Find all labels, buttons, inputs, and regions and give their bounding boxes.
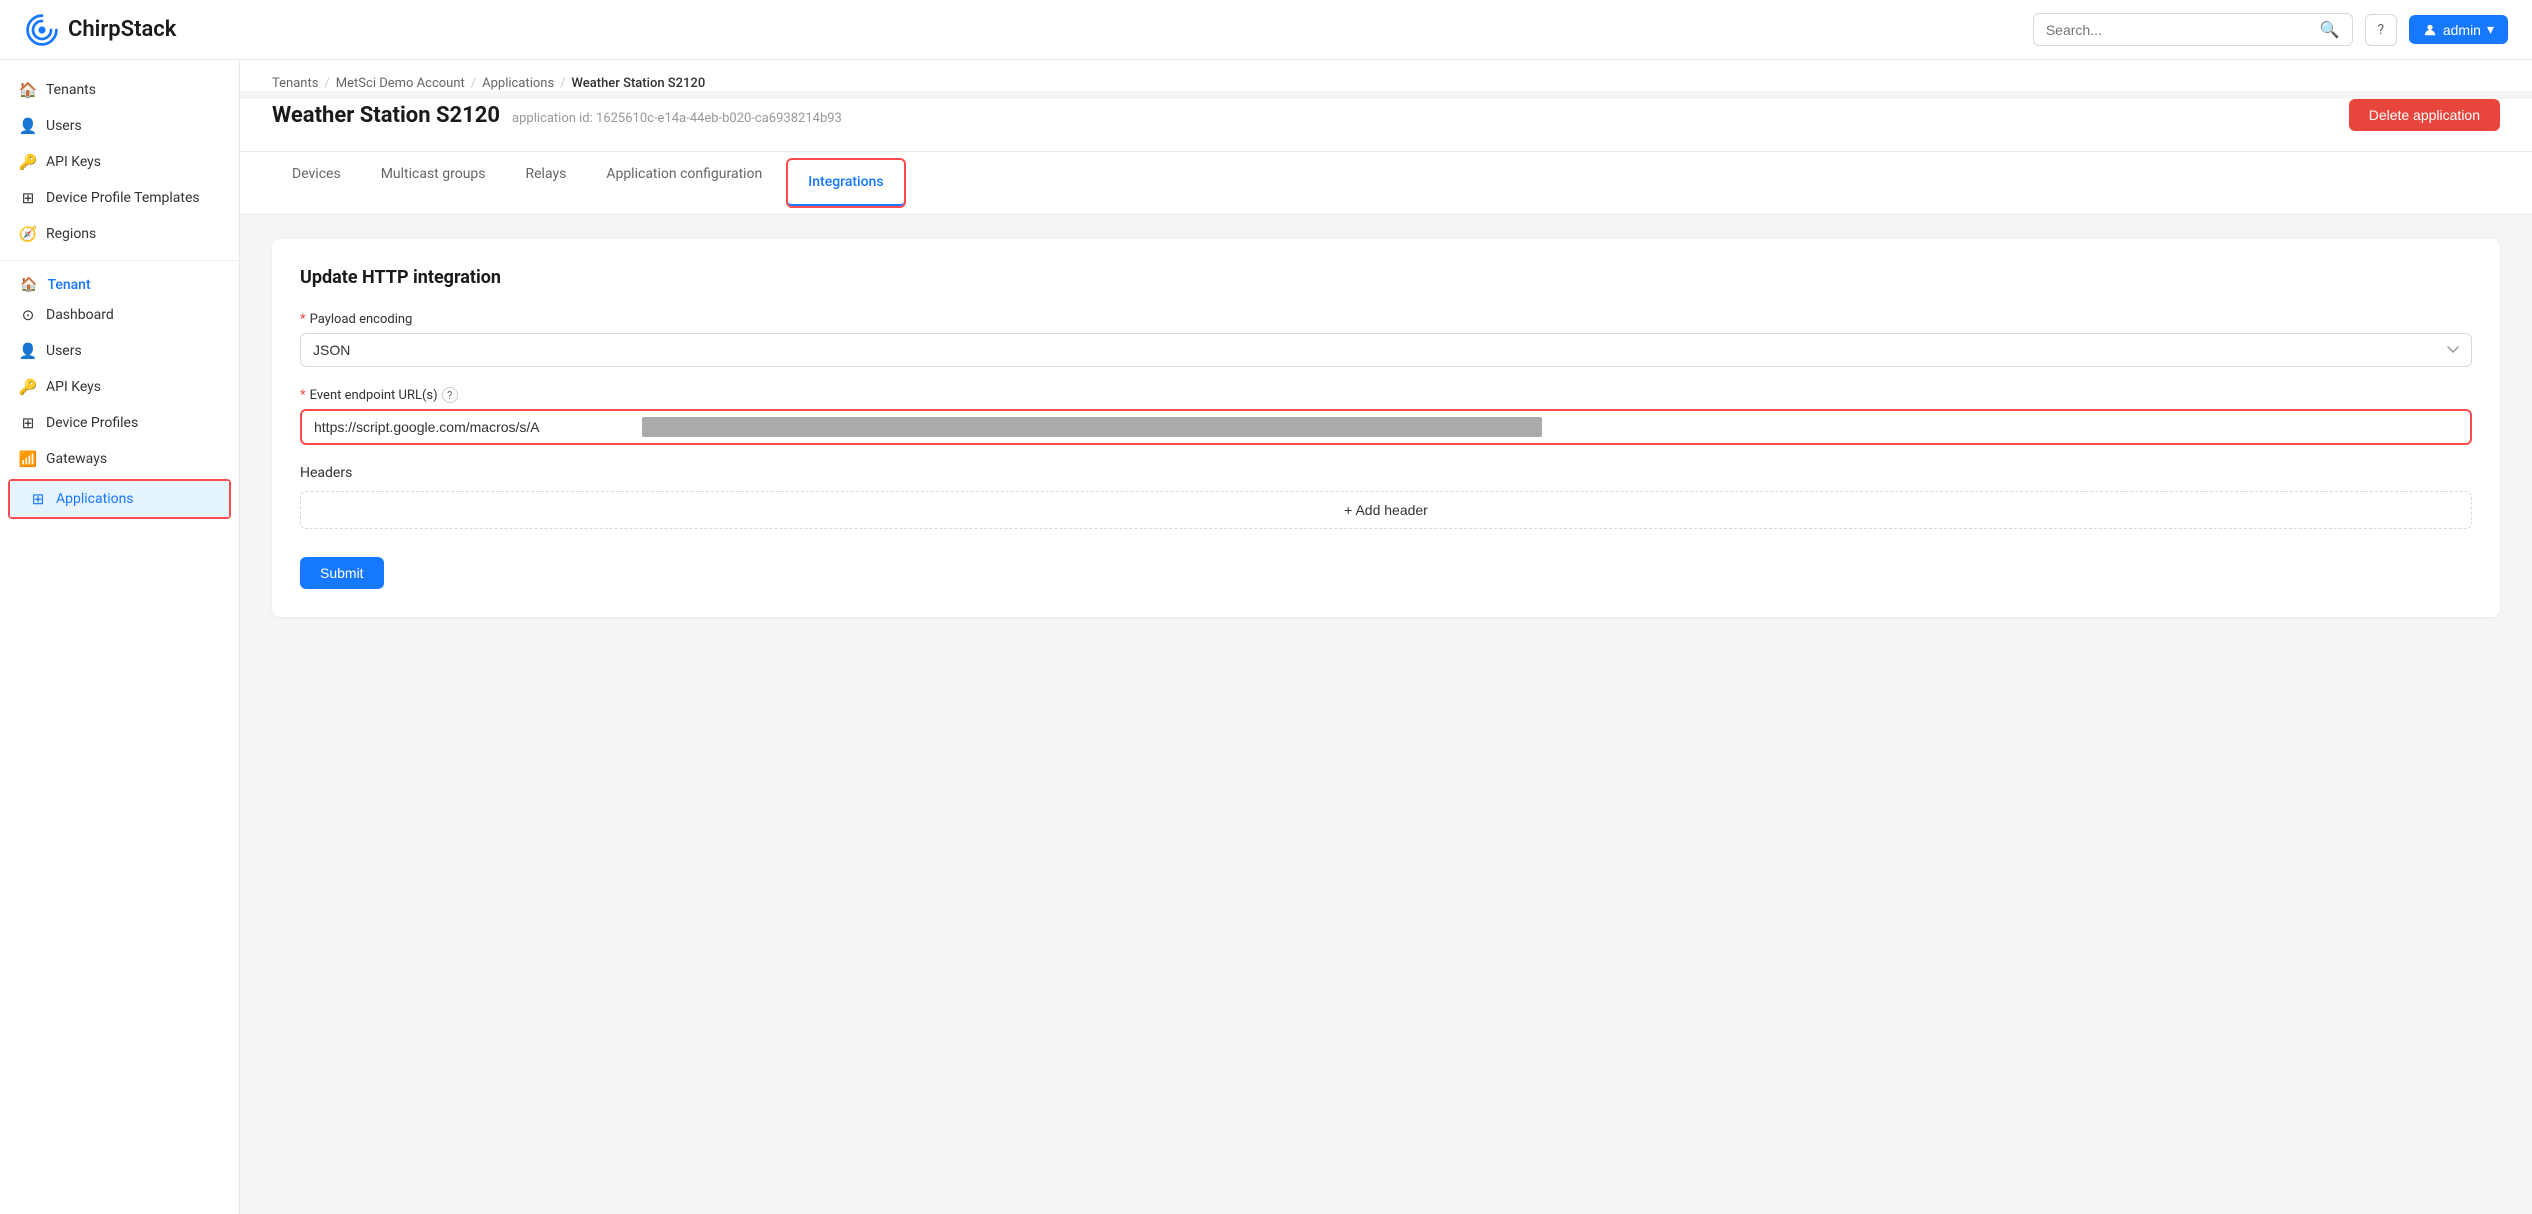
tab-devices[interactable]: Devices	[272, 152, 361, 214]
tenant-section-header[interactable]: 🏠 Tenant	[0, 269, 239, 297]
headers-label: Headers	[300, 465, 2472, 481]
grid-icon: ⊞	[20, 190, 36, 206]
user-icon	[2423, 23, 2437, 37]
chirpstack-logo-icon	[24, 12, 60, 48]
breadcrumb-current: Weather Station S2120	[572, 76, 706, 91]
sidebar-item-applications-wrapper: ⊞ Applications	[8, 479, 231, 519]
sidebar-item-regions[interactable]: 🧭 Regions	[0, 216, 239, 252]
page-title-area: Weather Station S2120 application id: 16…	[272, 103, 842, 128]
sidebar: 🏠 Tenants 👤 Users 🔑 API Keys ⊞ Device Pr…	[0, 60, 240, 1214]
layout: 🏠 Tenants 👤 Users 🔑 API Keys ⊞ Device Pr…	[0, 60, 2532, 1214]
logo-area: ChirpStack	[24, 12, 176, 48]
breadcrumb-sep-3: /	[560, 76, 565, 91]
add-header-button[interactable]: + Add header	[300, 491, 2472, 529]
search-icon[interactable]: 🔍	[2320, 20, 2340, 39]
payload-required: *	[300, 312, 306, 327]
home-blue-icon: 🏠	[20, 277, 37, 293]
page-header: Weather Station S2120 application id: 16…	[240, 99, 2532, 152]
tab-integrations-wrapper: Integrations	[786, 158, 905, 208]
sidebar-item-tenant-api-keys[interactable]: 🔑 API Keys	[0, 369, 239, 405]
sidebar-item-api-keys[interactable]: 🔑 API Keys	[0, 144, 239, 180]
admin-button[interactable]: admin ▾	[2409, 15, 2508, 44]
tab-integrations[interactable]: Integrations	[788, 160, 903, 206]
wifi-icon: 📶	[20, 451, 36, 467]
user-icon: 👤	[20, 118, 36, 134]
headers-group: Headers + Add header	[300, 465, 2472, 529]
url-mask	[642, 417, 1542, 437]
sidebar-item-device-profile-templates[interactable]: ⊞ Device Profile Templates	[0, 180, 239, 216]
payload-encoding-group: * Payload encoding JSON PROTOBUF	[300, 312, 2472, 367]
header-right: 🔍 ? admin ▾	[2033, 13, 2508, 46]
key-icon: 🔑	[20, 154, 36, 170]
breadcrumb-applications[interactable]: Applications	[482, 76, 554, 91]
compass-icon: 🧭	[20, 226, 36, 242]
app-id: application id: 1625610c-e14a-44eb-b020-…	[512, 111, 842, 126]
payload-encoding-select[interactable]: JSON PROTOBUF	[300, 333, 2472, 367]
breadcrumb: Tenants / MetSci Demo Account / Applicat…	[272, 76, 2500, 91]
breadcrumb-sep-2: /	[471, 76, 476, 91]
breadcrumb-area: Tenants / MetSci Demo Account / Applicat…	[240, 60, 2532, 91]
sidebar-item-users[interactable]: 👤 Users	[0, 108, 239, 144]
app-title: ChirpStack	[68, 17, 176, 42]
submit-button[interactable]: Submit	[300, 557, 384, 589]
grid-icon-2: ⊞	[20, 415, 36, 431]
tab-multicast-groups[interactable]: Multicast groups	[361, 152, 506, 214]
endpoint-url-group: * Event endpoint URL(s) ?	[300, 387, 2472, 445]
tab-relays[interactable]: Relays	[506, 152, 587, 214]
main-content: Tenants / MetSci Demo Account / Applicat…	[240, 60, 2532, 1214]
key-icon-2: 🔑	[20, 379, 36, 395]
sidebar-item-device-profiles[interactable]: ⊞ Device Profiles	[0, 405, 239, 441]
sidebar-item-dashboard[interactable]: ⊙ Dashboard	[0, 297, 239, 333]
breadcrumb-metsci[interactable]: MetSci Demo Account	[336, 76, 465, 91]
endpoint-label: * Event endpoint URL(s) ?	[300, 387, 2472, 403]
endpoint-required: *	[300, 388, 306, 403]
dashboard-icon: ⊙	[20, 307, 36, 323]
home-icon: 🏠	[20, 82, 36, 98]
form-title: Update HTTP integration	[300, 267, 2472, 288]
endpoint-url-input-wrapper	[300, 409, 2472, 445]
breadcrumb-sep-1: /	[324, 76, 329, 91]
search-input[interactable]	[2046, 22, 2312, 38]
chevron-down-icon: ▾	[2487, 21, 2494, 38]
tabs: Devices Multicast groups Relays Applicat…	[272, 152, 2500, 214]
help-button[interactable]: ?	[2365, 14, 2397, 46]
user-icon-2: 👤	[20, 343, 36, 359]
tabs-container: Devices Multicast groups Relays Applicat…	[240, 152, 2532, 215]
sidebar-item-tenants[interactable]: 🏠 Tenants	[0, 72, 239, 108]
search-bar[interactable]: 🔍	[2033, 13, 2353, 46]
tab-app-config[interactable]: Application configuration	[586, 152, 782, 214]
page-title: Weather Station S2120	[272, 103, 500, 128]
sidebar-item-gateways[interactable]: 📶 Gateways	[0, 441, 239, 477]
endpoint-url-input[interactable]	[302, 411, 642, 443]
sidebar-item-applications[interactable]: ⊞ Applications	[10, 481, 229, 517]
payload-label: * Payload encoding	[300, 312, 2472, 327]
delete-application-button[interactable]: Delete application	[2349, 99, 2500, 131]
sidebar-divider	[0, 260, 239, 261]
apps-icon: ⊞	[30, 491, 46, 507]
form-card: Update HTTP integration * Payload encodi…	[272, 239, 2500, 617]
top-header: ChirpStack 🔍 ? admin ▾	[0, 0, 2532, 60]
breadcrumb-tenants[interactable]: Tenants	[272, 76, 318, 91]
sidebar-item-tenant-users[interactable]: 👤 Users	[0, 333, 239, 369]
endpoint-help-icon[interactable]: ?	[442, 387, 458, 403]
